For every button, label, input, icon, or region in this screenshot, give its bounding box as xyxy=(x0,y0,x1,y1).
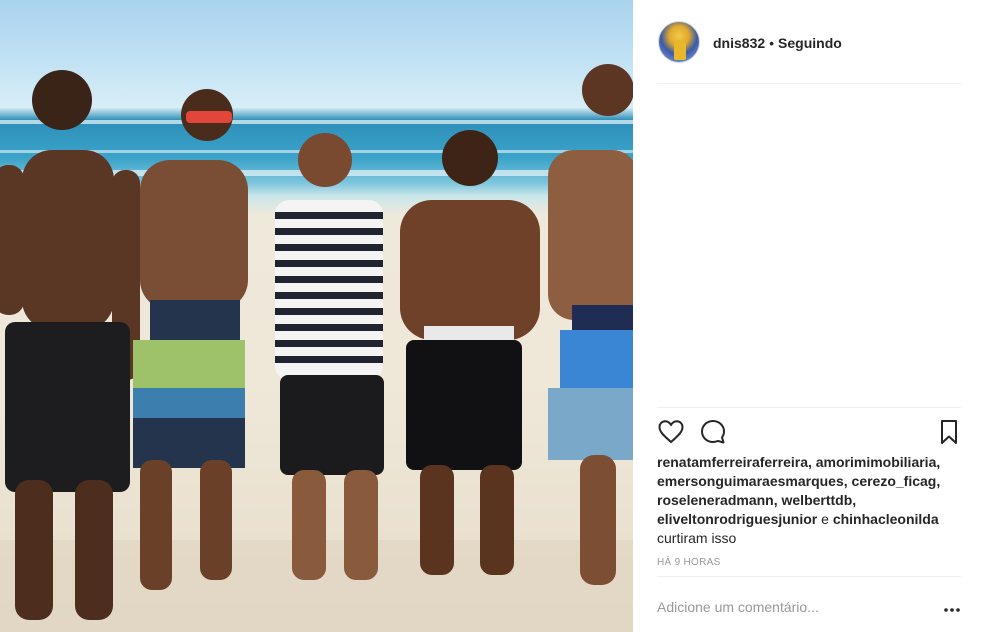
liker-link[interactable]: cerezo_ficag, xyxy=(852,473,941,489)
liker-link[interactable]: chinhacleonilda xyxy=(833,511,939,527)
beach-group-illustration xyxy=(0,64,633,632)
follow-button[interactable]: Seguindo xyxy=(778,35,842,51)
username-link[interactable]: dnis832 xyxy=(713,35,765,51)
post-timestamp[interactable]: HÁ 9 HORAS xyxy=(657,557,721,568)
liker-link[interactable]: roseleneradmann, xyxy=(657,492,778,508)
speech-bubble-icon[interactable] xyxy=(699,418,727,446)
avatar[interactable] xyxy=(658,21,700,63)
comment-box xyxy=(657,590,963,624)
person-4 xyxy=(400,130,540,575)
ellipsis-icon[interactable] xyxy=(943,602,961,612)
likes-conjunction: e xyxy=(821,511,829,527)
bookmark-icon[interactable] xyxy=(935,418,963,446)
person-2 xyxy=(133,89,248,590)
likes-suffix: curtiram isso xyxy=(657,530,737,546)
liker-link[interactable]: amorimimobiliaria, xyxy=(816,454,940,470)
person-5 xyxy=(548,64,633,585)
separator-dot: • xyxy=(769,35,775,51)
liker-link[interactable]: eliveltonrodriguesjunior xyxy=(657,511,817,527)
liker-link[interactable]: emersonguimaraesmarques, xyxy=(657,473,848,489)
post-photo[interactable] xyxy=(0,0,633,632)
liker-link[interactable]: welberttdb, xyxy=(782,492,857,508)
comment-input[interactable] xyxy=(657,590,927,624)
likes-summary: renatamferreiraferreira, amorimimobiliar… xyxy=(657,453,967,548)
divider xyxy=(657,576,961,577)
liker-link[interactable]: renatamferreiraferreira, xyxy=(657,454,812,470)
comments-area xyxy=(657,84,961,406)
post-sidebar: dnis832 • Seguindo renatamferreiraferreira… xyxy=(633,0,984,632)
post-header: dnis832 • Seguindo xyxy=(633,0,984,84)
header-line: dnis832 • Seguindo xyxy=(713,34,842,52)
post-actions xyxy=(657,416,963,448)
divider xyxy=(657,407,961,408)
heart-icon[interactable] xyxy=(657,418,685,446)
person-3 xyxy=(275,133,384,580)
